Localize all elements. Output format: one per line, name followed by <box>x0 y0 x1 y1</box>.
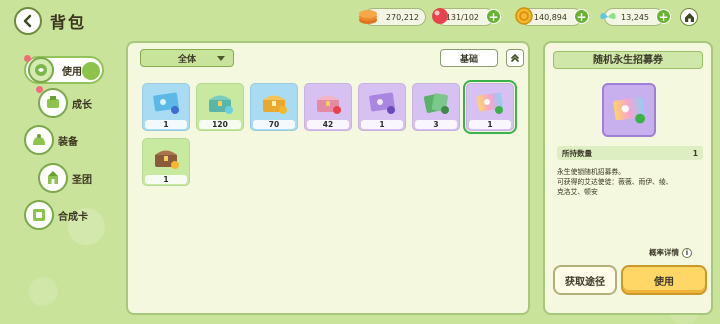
back-arrow-icon <box>23 14 32 28</box>
coin-stack-icon <box>359 10 377 24</box>
inventory-slot[interactable]: 3 <box>412 83 460 131</box>
resource-coin-stack: 270,212 <box>359 8 426 26</box>
desc-line: 可获得的艾达使徒：薇薇、雨伊、绫、 <box>557 178 673 186</box>
blue-ticket-icon <box>153 92 179 114</box>
brown-chest-icon <box>155 150 179 169</box>
green-cards-icon <box>423 93 449 114</box>
resource-value: 270,212 <box>385 12 419 22</box>
item-quantity: 1 <box>469 120 511 129</box>
sidebar-item-label: 合成卡 <box>58 211 88 223</box>
item-quantity: 1 <box>145 120 187 129</box>
home-button[interactable] <box>680 8 698 26</box>
notification-dot <box>24 55 31 62</box>
desc-line: 克洛艾、顿安 <box>557 188 598 196</box>
odds-details-link[interactable]: 概率详情 i <box>649 247 692 258</box>
wing-icon <box>600 13 616 19</box>
use-label: 使用 <box>654 276 674 288</box>
inventory-slot[interactable]: 1 <box>358 83 406 131</box>
item-quantity: 3 <box>415 120 457 129</box>
leaf-icon <box>82 62 100 80</box>
inventory-slot[interactable]: 1 <box>142 83 190 131</box>
gold-coin-icon <box>515 7 533 25</box>
odds-label: 概率详情 <box>649 248 679 257</box>
desc-line: 永生使锁随机招募券。 <box>557 168 625 176</box>
pink-chest-icon <box>317 95 341 114</box>
home-icon <box>684 12 694 22</box>
sidebar-item-use[interactable]: 使用 <box>24 55 104 84</box>
use-button[interactable]: 使用 <box>621 265 707 295</box>
filter-label: 全体 <box>177 54 196 65</box>
teal-chest-icon <box>209 95 233 114</box>
rainbow-ticket-icon <box>613 97 645 124</box>
sidebar-item-label: 成长 <box>72 99 92 111</box>
sidebar-item-guild[interactable]: 圣团 <box>38 163 92 193</box>
back-button[interactable] <box>14 7 42 35</box>
item-detail-panel: 随机永生招募券 所持数量 1 永生使锁随机招募券。 可获得的艾达使徒：薇薇、雨伊… <box>543 41 713 315</box>
chevron-down-icon <box>217 56 225 61</box>
resource-gold-coin: 140,894 + <box>515 7 589 26</box>
sidebar-item-label: 圣团 <box>72 174 92 186</box>
sidebar-item-equipment[interactable]: 装备 <box>24 125 78 155</box>
resource-wing-token: 13,245 + <box>600 8 671 26</box>
sidebar-item-label: 装备 <box>58 136 78 148</box>
card-icon <box>24 200 54 230</box>
collapse-button[interactable] <box>506 49 524 67</box>
item-quantity: 70 <box>253 120 295 129</box>
add-gold-coin-button[interactable]: + <box>574 9 589 24</box>
inventory-slot-selected[interactable]: 1 <box>463 80 517 134</box>
purple-ticket-icon <box>369 92 395 114</box>
item-quantity: 42 <box>307 120 349 129</box>
gold-chest-icon <box>263 95 287 114</box>
castle-icon <box>38 163 68 193</box>
item-title: 随机永生招募券 <box>553 51 703 69</box>
rainbow-ticket-icon <box>477 92 503 114</box>
resource-red-gem: 131/102 + <box>432 8 501 26</box>
acquire-route-button[interactable]: 获取途径 <box>553 265 617 295</box>
inventory-slot[interactable]: 120 <box>196 83 244 131</box>
resource-value: 13,245 <box>621 12 649 22</box>
notification-dot <box>36 86 43 93</box>
inventory-slot[interactable]: 1 <box>142 138 190 186</box>
owned-quantity-row: 所持数量 1 <box>557 146 703 160</box>
sidebar-item-label: 使用 <box>62 66 82 78</box>
double-chevron-up-icon <box>511 53 519 62</box>
item-description: 永生使锁随机招募券。 可获得的艾达使徒：薇薇、雨伊、绫、 克洛艾、顿安 <box>557 167 707 197</box>
sidebar-item-growth[interactable]: 成长 <box>36 86 92 118</box>
sort-label: 基础 <box>459 54 478 65</box>
red-gem-icon <box>432 8 448 24</box>
leaf-bag-icon <box>28 57 54 83</box>
growth-icon <box>38 88 68 118</box>
item-quantity: 120 <box>199 120 241 129</box>
info-icon: i <box>682 247 692 258</box>
backpack-icon <box>24 125 54 155</box>
owned-value: 1 <box>692 148 698 158</box>
inventory-panel: 全体 基础 1 120 70 42 1 3 1 1 <box>126 41 530 315</box>
selected-item-icon <box>602 83 656 137</box>
page-title: 背包 <box>50 13 87 32</box>
add-red-gem-button[interactable]: + <box>486 9 501 24</box>
item-quantity: 1 <box>145 175 187 184</box>
inventory-slot[interactable]: 42 <box>304 83 352 131</box>
owned-label: 所持数量 <box>562 148 592 158</box>
sort-button[interactable]: 基础 <box>440 49 498 67</box>
inventory-slot[interactable]: 70 <box>250 83 298 131</box>
resource-value: 140,894 <box>533 12 567 22</box>
category-filter-dropdown[interactable]: 全体 <box>140 49 234 67</box>
item-quantity: 1 <box>361 120 403 129</box>
acquire-label: 获取途径 <box>565 276 605 288</box>
sidebar-item-synth-card[interactable]: 合成卡 <box>24 200 88 230</box>
add-wing-token-button[interactable]: + <box>656 9 671 24</box>
